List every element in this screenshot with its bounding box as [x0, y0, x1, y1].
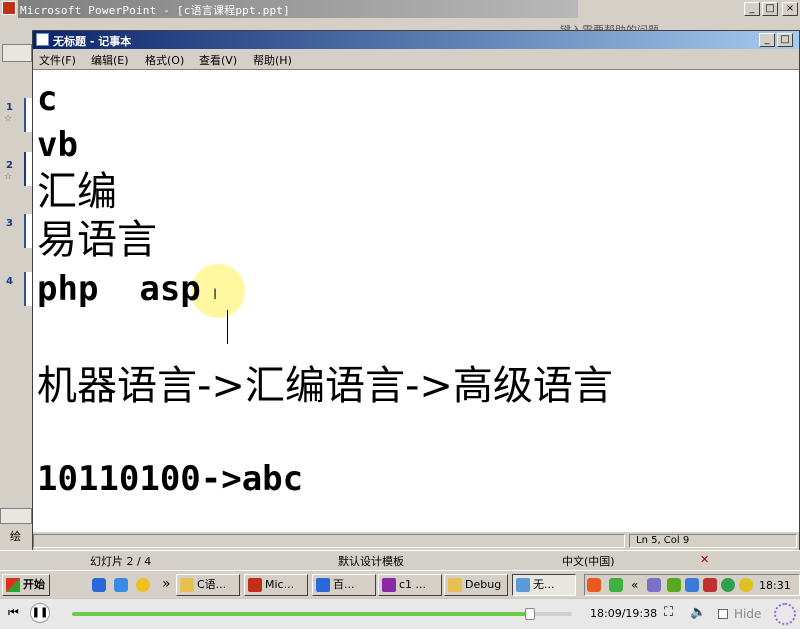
taskbar-button-label: Debug	[465, 578, 502, 591]
powerpoint-icon[interactable]	[2, 1, 16, 15]
slide-counter: 幻灯片 2 / 4	[90, 555, 152, 568]
taskbar-button[interactable]: 百...	[312, 574, 376, 596]
powerpoint-status-bar: 幻灯片 2 / 4 默认设计模板 中文(中国) ✕	[0, 550, 800, 569]
skip-back-icon[interactable]: ⏮	[8, 605, 19, 620]
text-line: 机器语言->汇编语言->高级语言	[37, 363, 613, 409]
network-tray-icon[interactable]	[685, 578, 699, 592]
taskbar-button[interactable]: Debug	[444, 574, 508, 596]
recorder-logo-icon	[774, 603, 796, 625]
status-cell	[33, 534, 625, 548]
text-line: php asp	[37, 269, 201, 309]
clock: 18:31	[759, 579, 791, 592]
qq-quicklaunch-icon[interactable]	[136, 578, 150, 592]
app-tray-icon[interactable]	[647, 578, 661, 592]
animation-star-icon: ☆	[4, 172, 13, 182]
monitor-tray-icon[interactable]	[667, 578, 681, 592]
menu-format[interactable]: 格式(O)	[145, 52, 184, 68]
slide-thumbnail[interactable]	[24, 98, 32, 132]
animation-star-icon: ☆	[4, 114, 13, 124]
browser-quicklaunch-icon[interactable]	[114, 578, 128, 592]
notepad-icon	[516, 578, 530, 592]
vc-icon	[382, 578, 396, 592]
maximize-button[interactable]: □	[777, 33, 793, 47]
progress-handle[interactable]	[524, 608, 535, 620]
progress-fill	[72, 612, 530, 616]
ie-quicklaunch-icon[interactable]	[92, 578, 106, 592]
powerpoint-window-title: Microsoft PowerPoint - [c语言课程ppt.ppt]	[20, 4, 290, 17]
taskbar-button[interactable]: c1 ...	[378, 574, 442, 596]
slide-number: 4	[6, 276, 13, 287]
notepad-title-bar: 无标题 - 记事本 _ □	[33, 31, 799, 49]
hide-label: Hide	[734, 607, 762, 621]
browser-icon	[316, 578, 330, 592]
shield-tray-icon[interactable]	[721, 578, 735, 592]
pause-icon[interactable]: ❚❚	[30, 603, 50, 623]
text-line: 10110100->abc	[37, 459, 304, 499]
powerpoint-icon	[248, 578, 262, 592]
taskbar-button[interactable]: Mic...	[244, 574, 308, 596]
taskbar-button[interactable]: C语...	[176, 574, 240, 596]
design-template-name: 默认设计模板	[338, 555, 404, 568]
notepad-window-title: 无标题 - 记事本	[53, 35, 132, 48]
menu-edit[interactable]: 编辑(E)	[91, 52, 129, 68]
powerpoint-title-bar: Microsoft PowerPoint - [c语言课程ppt.ppt] _ …	[0, 0, 800, 18]
progress-track[interactable]	[72, 608, 572, 620]
tray-chevron[interactable]: «	[631, 578, 638, 592]
text-line: 汇编	[37, 169, 117, 215]
start-label: 开始	[23, 578, 45, 591]
fullscreen-icon[interactable]: ⛶	[664, 605, 673, 620]
slide-thumbnail-pane: 1 ☆ 2 ☆ 3 4 绘	[0, 40, 32, 560]
slide-thumbnail-selected[interactable]	[24, 152, 32, 186]
system-tray: « 18:31	[584, 574, 800, 596]
volume-tray-icon[interactable]	[739, 578, 753, 592]
video-player-bar: ⏮ ❚❚ 18:09/19:38 ⛶ 🔈 Hide	[0, 598, 800, 629]
cursor-position: Ln 5, Col 9	[629, 534, 797, 548]
slide-number: 2	[6, 160, 13, 171]
notepad-text-area[interactable]: c vb 汇编 易语言 php asp 机器语言->汇编语言->高级语言 101…	[33, 69, 799, 531]
notepad-icon[interactable]	[36, 33, 49, 46]
slide-thumbnail[interactable]	[24, 272, 32, 306]
menu-help[interactable]: 帮助(H)	[253, 52, 292, 68]
taskbar: 开始 » C语... Mic... 百... c1 ... Debug 无...…	[0, 570, 800, 599]
windows-logo-icon	[6, 578, 20, 592]
slide-thumbnail[interactable]	[24, 214, 32, 248]
notepad-status-bar: Ln 5, Col 9	[33, 531, 799, 550]
hide-checkbox[interactable]	[718, 609, 728, 619]
taskbar-button-active[interactable]: 无...	[512, 574, 576, 596]
start-button[interactable]: 开始	[2, 574, 50, 596]
menu-view[interactable]: 查看(V)	[199, 52, 237, 68]
text-line: 易语言	[37, 217, 157, 263]
view-switch-icon[interactable]	[0, 508, 32, 524]
text-caret	[227, 310, 228, 344]
menu-file[interactable]: 文件(F)	[39, 52, 76, 68]
playback-time: 18:09/19:38	[590, 607, 658, 620]
draw-toolbar-label[interactable]: 绘	[10, 528, 21, 544]
notepad-menu-bar: 文件(F) 编辑(E) 格式(O) 查看(V) 帮助(H)	[33, 49, 799, 69]
minimize-button[interactable]: _	[744, 2, 760, 16]
taskbar-button-label: 无...	[533, 578, 555, 591]
minimize-button[interactable]: _	[759, 33, 775, 47]
restore-button[interactable]: □	[762, 2, 778, 16]
ibeam-cursor-icon: I	[213, 287, 218, 303]
folder-icon	[180, 578, 194, 592]
s-tray-icon[interactable]	[587, 578, 601, 592]
usb-tray-icon[interactable]	[609, 578, 623, 592]
overflow-chevron[interactable]: »	[162, 576, 171, 592]
text-line: vb	[37, 125, 78, 165]
text-line: c	[37, 79, 58, 119]
language-indicator: 中文(中国)	[562, 555, 615, 568]
close-button[interactable]: ×	[782, 2, 798, 16]
notepad-window: 无标题 - 记事本 _ □ 文件(F) 编辑(E) 格式(O) 查看(V) 帮助…	[32, 30, 800, 550]
folder-icon	[448, 578, 462, 592]
taskbar-button-label: c1 ...	[399, 578, 427, 591]
security-tray-icon[interactable]	[703, 578, 717, 592]
spellcheck-icon[interactable]: ✕	[700, 553, 709, 566]
taskbar-button-label: Mic...	[265, 578, 295, 591]
slide-number: 3	[6, 218, 13, 229]
taskbar-button-label: C语...	[197, 578, 227, 591]
outline-tab[interactable]	[2, 44, 32, 62]
volume-icon[interactable]: 🔈	[690, 605, 706, 620]
taskbar-button-label: 百...	[333, 578, 355, 591]
slide-number: 1	[6, 102, 13, 113]
